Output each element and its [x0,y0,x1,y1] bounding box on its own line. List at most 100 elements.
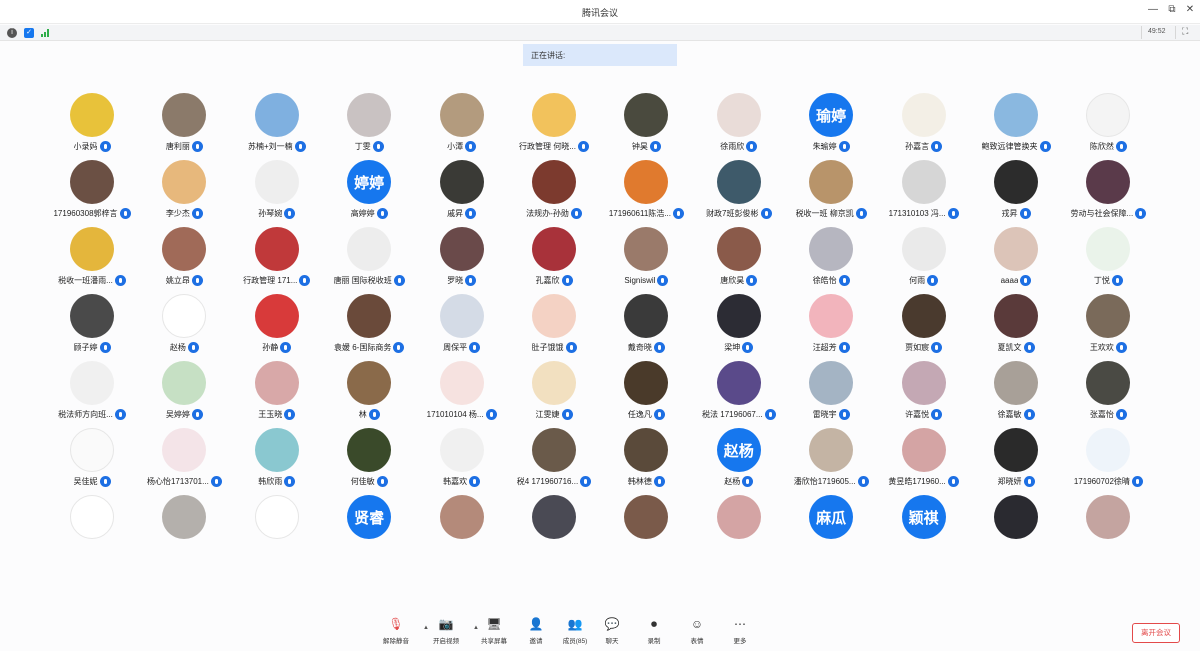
unmute-button[interactable]: 🎙 解除静音 [374,617,418,649]
participant-tile[interactable]: 徐皓怡 [785,227,877,289]
start-video-button[interactable]: 📷 开启视频 [424,617,468,649]
minimize-icon[interactable]: — [1146,4,1160,15]
participant-tile[interactable]: 行政管理 何晓... [508,93,600,155]
invite-button[interactable]: 👤 邀请 [514,617,558,649]
participant-tile[interactable]: 黄昱皓171960... [878,428,970,490]
participant-tile[interactable]: 徐雨欣 [693,93,785,155]
participant-tile[interactable] [1062,495,1154,557]
record-button[interactable]: ⏺ 录制 [632,617,676,649]
participant-tile[interactable]: 钟昊 [600,93,692,155]
participant-tile[interactable]: 171960702徐晴 [1062,428,1154,490]
participant-tile[interactable]: 鲍致远律管换夹 [970,93,1062,155]
participant-tile[interactable]: 孔嘉欣 [508,227,600,289]
participant-tile[interactable] [231,495,323,557]
participant-tile[interactable]: 孙琴婉 [231,160,323,222]
participant-tile[interactable]: 行政管理 171... [231,227,323,289]
participant-tile[interactable]: Signiswil [600,227,692,289]
participant-tile[interactable]: 税4 171960716... [508,428,600,490]
share-screen-button[interactable]: 🖥 共享屏幕 [472,617,516,649]
shield-icon[interactable]: ✓ [24,28,34,38]
info-icon[interactable]: i [7,28,17,38]
participant-tile[interactable]: 何佳敏 [323,428,415,490]
participant-tile[interactable]: 周保平 [416,294,508,356]
participant-tile[interactable]: aaaa [970,227,1062,289]
participant-tile[interactable]: 婷婷 高婷婷 [323,160,415,222]
participant-tile[interactable]: 许嘉悦 [878,361,970,423]
participant-tile[interactable]: 吴佳妮 [46,428,138,490]
participant-tile[interactable] [46,495,138,557]
participant-tile[interactable]: 唐利丽 [138,93,230,155]
participant-tile[interactable]: 小潭 [416,93,508,155]
participant-tile[interactable]: 法规办-孙勋 [508,160,600,222]
participant-tile[interactable]: 杨心怡1713701... [138,428,230,490]
participant-tile[interactable]: 丁悦 [1062,227,1154,289]
participant-tile[interactable]: 韩欣雨 [231,428,323,490]
video-options-caret-icon[interactable]: ▲ [473,625,479,631]
participant-tile[interactable]: 孙静 [231,294,323,356]
more-button[interactable]: ⋯ 更多 [718,617,762,649]
participant-tile[interactable]: 唐欣昊 [693,227,785,289]
participant-tile[interactable]: 李少杰 [138,160,230,222]
chat-button[interactable]: 💬 聊天 [590,617,634,649]
participant-tile[interactable]: 孙嘉言 [878,93,970,155]
participant-tile[interactable]: 171960611陈浩... [600,160,692,222]
participant-tile[interactable]: 肚子饿饿 [508,294,600,356]
maximize-icon[interactable]: ⧉ [1165,4,1179,15]
participant-tile[interactable]: 顾子婷 [46,294,138,356]
participant-tile[interactable]: 陈欣然 [1062,93,1154,155]
participant-tile[interactable]: 丁雯 [323,93,415,155]
participant-tile[interactable]: 罗晓 [416,227,508,289]
participant-tile[interactable]: 夏凯文 [970,294,1062,356]
participant-tile[interactable]: 张嘉怡 [1062,361,1154,423]
participant-tile[interactable]: 王玉晓 [231,361,323,423]
participant-tile[interactable]: 财政7班彭俊彬 [693,160,785,222]
participant-tile[interactable] [970,495,1062,557]
participant-tile[interactable]: 赵杨 [138,294,230,356]
participant-tile[interactable]: 韩嘉欢 [416,428,508,490]
participant-tile[interactable]: 瑜婷 朱瑜婷 [785,93,877,155]
leave-meeting-button[interactable]: 离开会议 [1132,623,1180,643]
signal-icon[interactable] [41,29,51,37]
participant-tile[interactable]: 171310103 冯... [878,160,970,222]
close-icon[interactable]: ✕ [1183,4,1197,15]
participant-tile[interactable]: 171960308郭梓言 [46,160,138,222]
participant-tile[interactable]: 税法 17196067... [693,361,785,423]
participant-tile[interactable]: 麻瓜 [785,495,877,557]
participant-tile[interactable]: 戎昇 [970,160,1062,222]
participant-tile[interactable]: 唐丽 国际税收班 [323,227,415,289]
participant-tile[interactable] [693,495,785,557]
participant-tile[interactable]: 税收一班潘雨... [46,227,138,289]
participant-tile[interactable]: 袁媛 6-国际商务 [323,294,415,356]
participant-tile[interactable]: 戚昇 [416,160,508,222]
participant-tile[interactable] [600,495,692,557]
participant-tile[interactable] [416,495,508,557]
participant-tile[interactable]: 徐嘉敏 [970,361,1062,423]
participant-tile[interactable]: 任逸凡 [600,361,692,423]
fullscreen-icon[interactable]: ⛶ [1175,26,1194,39]
participant-tile[interactable]: 小录妈 [46,93,138,155]
participant-tile[interactable]: 贤睿 [323,495,415,557]
reactions-button[interactable]: ☺ 表情 [675,617,719,649]
participant-tile[interactable]: 雷晓宇 [785,361,877,423]
participant-tile[interactable]: 171010104 杨... [416,361,508,423]
participant-tile[interactable]: 王欢欢 [1062,294,1154,356]
participant-tile[interactable]: 劳动与社会保障... [1062,160,1154,222]
participant-tile[interactable]: 吴婷婷 [138,361,230,423]
participant-tile[interactable]: 税收一班 柳京凯 [785,160,877,222]
participant-tile[interactable]: 梁坤 [693,294,785,356]
participant-tile[interactable]: 韩林德 [600,428,692,490]
participant-tile[interactable]: 江雯婕 [508,361,600,423]
audio-options-caret-icon[interactable]: ▲ [423,625,429,631]
participant-tile[interactable] [138,495,230,557]
participant-tile[interactable]: 颖祺 [878,495,970,557]
participant-tile[interactable]: 潘欣怡1719605... [785,428,877,490]
participant-tile[interactable]: 戴奇晓 [600,294,692,356]
participant-tile[interactable]: 苏楠+刘一楠 [231,93,323,155]
participant-tile[interactable]: 何雨 [878,227,970,289]
participant-tile[interactable]: 汪超芳 [785,294,877,356]
participant-tile[interactable]: 税法师方向班... [46,361,138,423]
participant-tile[interactable]: 赵杨 赵杨 [693,428,785,490]
participant-tile[interactable]: 郑晓妍 [970,428,1062,490]
participant-tile[interactable]: 贾如宸 [878,294,970,356]
participant-tile[interactable]: 姚立昂 [138,227,230,289]
